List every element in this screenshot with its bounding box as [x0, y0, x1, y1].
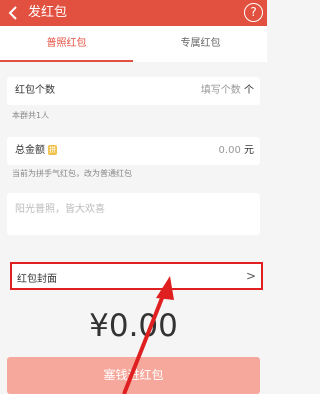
count-unit: 个 — [244, 85, 254, 96]
total-row[interactable]: 总金额拼 0.00 元 — [7, 137, 260, 165]
help-icon[interactable]: ? — [244, 3, 263, 22]
back-arrow-icon[interactable] — [5, 5, 21, 21]
group-member-hint: 本群共1人 — [12, 111, 50, 120]
total-label-wrap: 总金额拼 — [15, 144, 57, 158]
cover-row[interactable]: 红包封面 > — [10, 262, 263, 290]
amount-display: ¥0.00 — [89, 308, 178, 344]
total-label: 总金额 — [15, 145, 45, 156]
active-tab-indicator — [0, 60, 133, 62]
tab-normal-packet[interactable]: 普照红包 — [0, 26, 133, 62]
page-title: 发红包 — [28, 5, 68, 20]
tab-exclusive-packet[interactable]: 专属红包 — [134, 26, 267, 62]
lucky-badge-icon: 拼 — [48, 145, 57, 155]
packet-type-hint[interactable]: 当前为拼手气红包，改为普通红包 — [12, 168, 132, 180]
submit-button[interactable]: 塞钱进红包 — [7, 357, 260, 394]
tab-bar: 普照红包 专属红包 — [0, 26, 267, 62]
top-bar: 发红包 ? — [0, 0, 267, 26]
chevron-right-icon: > — [245, 269, 256, 283]
count-row[interactable]: 红包个数 填写个数 个 — [7, 77, 260, 105]
total-unit: 元 — [244, 145, 254, 156]
cover-label: 红包封面 — [17, 274, 57, 285]
count-label: 红包个数 — [15, 85, 55, 96]
message-placeholder: 阳光普照，皆大欢喜 — [15, 204, 105, 215]
message-input[interactable]: 阳光普照，皆大欢喜 — [7, 193, 260, 235]
count-placeholder: 填写个数 — [200, 85, 241, 96]
count-input[interactable]: 填写个数 个 — [201, 84, 254, 98]
total-value: 0.00 — [218, 145, 241, 156]
total-input[interactable]: 0.00 元 — [219, 144, 254, 158]
